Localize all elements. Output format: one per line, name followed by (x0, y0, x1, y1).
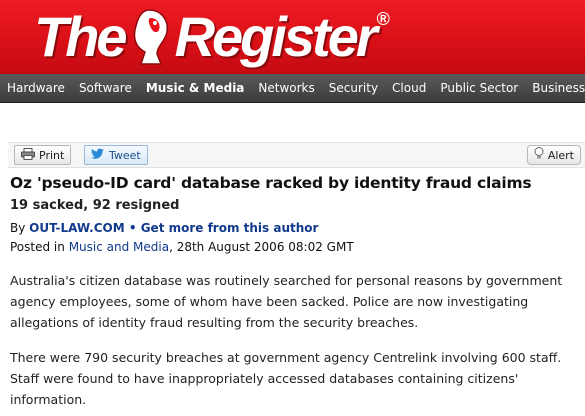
nav-item[interactable]: Software (72, 81, 139, 95)
vulture-icon (127, 6, 173, 66)
nav-item[interactable]: Music & Media (139, 81, 252, 95)
article-paragraph: There were 790 security breaches at gove… (10, 350, 562, 407)
tweet-button[interactable]: Tweet (84, 145, 148, 165)
posted-date: , 28th August 2006 08:02 GMT (169, 240, 354, 254)
twitter-bird-icon (91, 148, 105, 162)
byline: By OUT-LAW.COM • Get more from this auth… (10, 221, 581, 235)
byline-separator: • (124, 221, 141, 235)
posted-prefix: Posted in (10, 240, 69, 254)
nav-item[interactable]: Hardware (0, 81, 72, 95)
article-subheadline: 19 sacked, 92 resigned (10, 198, 180, 213)
print-button[interactable]: Print (14, 145, 72, 165)
lightbulb-icon (534, 147, 544, 163)
alert-label: Alert (547, 148, 574, 162)
alert-button[interactable]: Alert (526, 145, 581, 165)
print-label: Print (39, 148, 65, 162)
nav-item[interactable]: Public Sector (433, 81, 525, 95)
site-logo[interactable]: The Register ® (34, 3, 390, 69)
author-link[interactable]: OUT-LAW.COM (29, 221, 125, 235)
article: Oz 'pseudo-ID card' database racked by i… (10, 172, 581, 410)
byline-prefix: By (10, 221, 30, 235)
posted-info: Posted in Music and Media, 28th August 2… (10, 240, 581, 254)
logo-text-the: The (34, 4, 128, 68)
more-from-author-link[interactable]: Get more from this author (141, 221, 319, 235)
nav-item[interactable]: Cloud (385, 81, 433, 95)
tweet-label: Tweet (109, 148, 141, 162)
masthead: The Register ® (0, 0, 585, 74)
nav-item[interactable]: Security (322, 81, 385, 95)
nav-item[interactable]: Networks (251, 81, 321, 95)
nav-item[interactable]: Business (525, 81, 585, 95)
article-toolbar: Print Tweet Alert (8, 142, 585, 168)
category-link[interactable]: Music and Media (69, 240, 169, 254)
printer-icon (21, 147, 35, 163)
article-headline: Oz 'pseudo-ID card' database racked by i… (10, 174, 532, 192)
article-body: Australia's citizen database was routine… (10, 270, 581, 410)
article-paragraph: Australia's citizen database was routine… (10, 273, 563, 330)
section-nav: Hardware Software Music & Media Networks Sec… (0, 74, 585, 103)
registered-mark: ® (376, 9, 390, 29)
logo-text-register: Register (174, 4, 378, 68)
